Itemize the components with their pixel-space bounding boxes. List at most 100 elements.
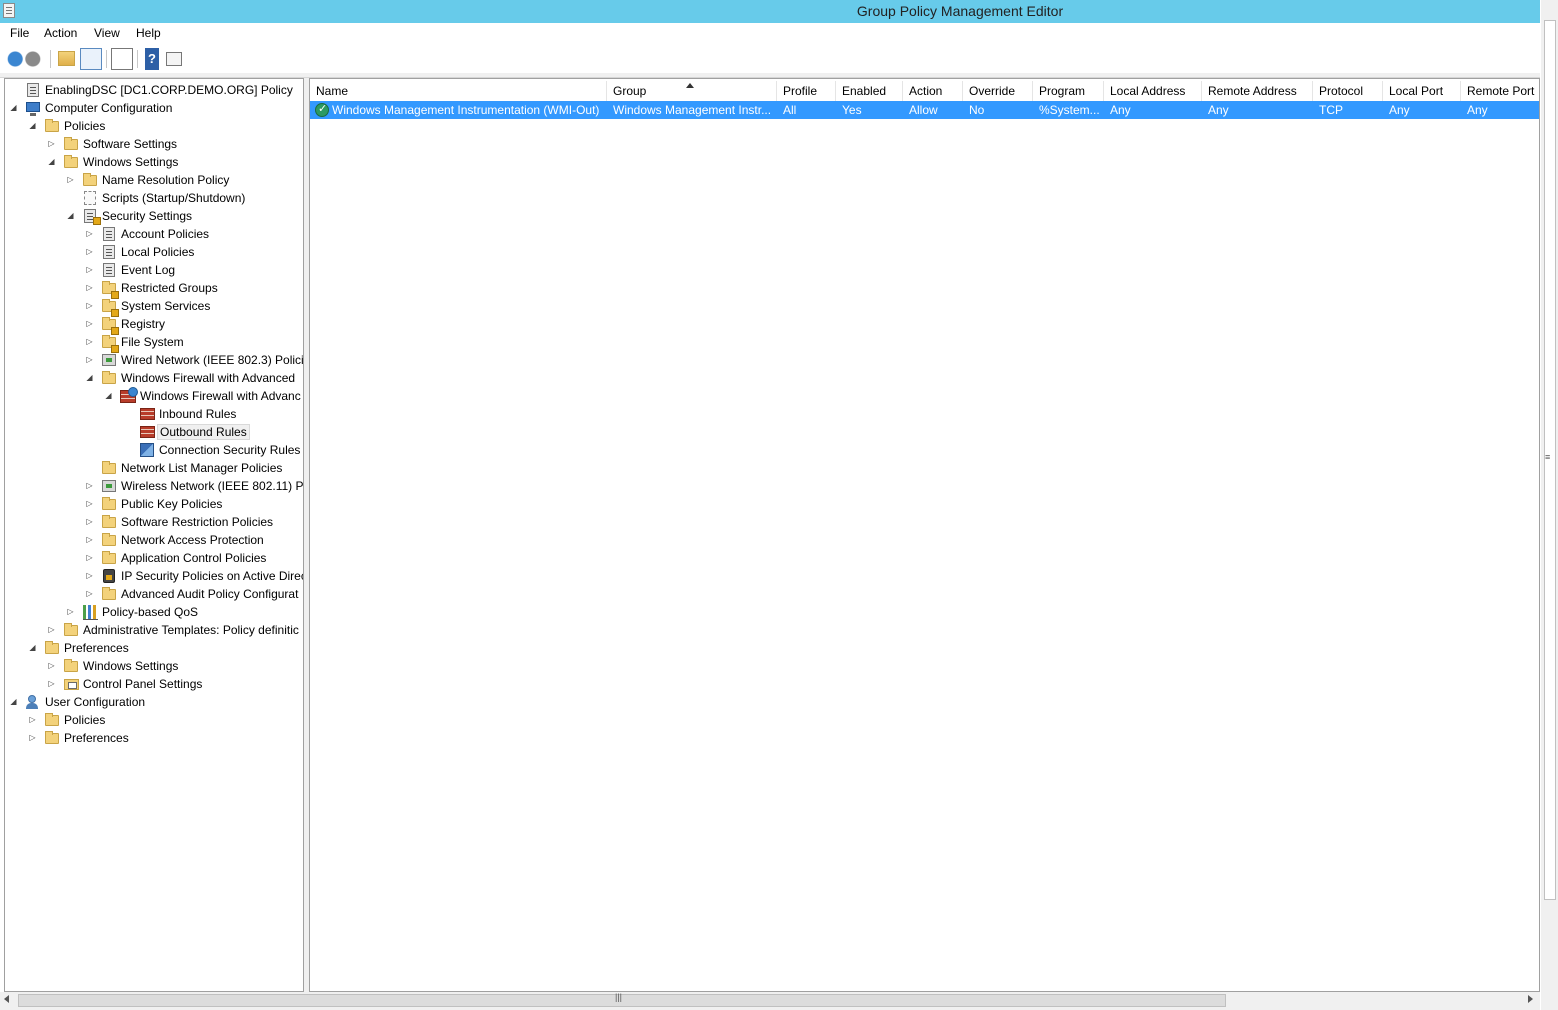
tree-node-label: Security Settings [102, 209, 193, 223]
tree-node-label: IP Security Policies on Active Direc [121, 569, 304, 583]
menu-action[interactable]: Action [44, 26, 77, 40]
folder-icon [44, 712, 60, 728]
rules-list[interactable]: Name Group Profile Enabled Action Overri… [309, 78, 1540, 992]
tree-node-label: EnablingDSC [DC1.CORP.DEMO.ORG] Policy [45, 83, 293, 97]
column-header-local-port[interactable]: Local Port [1383, 81, 1461, 101]
column-header-profile[interactable]: Profile [777, 81, 836, 101]
scroll-left-icon[interactable] [4, 995, 9, 1003]
folder-icon [101, 532, 117, 548]
tree-node-label: Wired Network (IEEE 802.3) Policie [121, 353, 304, 367]
scroll-grip-icon: ≡ [1545, 452, 1551, 462]
folder-icon [44, 118, 60, 134]
tree-node-label: File System [121, 335, 184, 349]
expand-arrow-icon[interactable]: ▷ [66, 607, 75, 617]
collapse-arrow-icon[interactable]: ◢ [9, 103, 18, 113]
cell-remote-address: Any [1208, 103, 1229, 117]
tree-node-label: Public Key Policies [121, 497, 223, 511]
scroll-right-icon[interactable] [1528, 995, 1533, 1003]
menu-help[interactable]: Help [136, 26, 161, 40]
fw-globe-icon [120, 387, 138, 404]
tree-node-label: Network List Manager Policies [121, 461, 283, 475]
expand-arrow-icon[interactable]: ▷ [85, 571, 94, 581]
forward-icon[interactable] [24, 48, 46, 70]
expand-arrow-icon[interactable]: ▷ [85, 481, 94, 491]
collapse-arrow-icon[interactable]: ◢ [85, 373, 94, 383]
column-header-override[interactable]: Override [963, 81, 1033, 101]
expand-arrow-icon[interactable]: ▷ [85, 283, 94, 293]
column-header-program[interactable]: Program [1033, 81, 1104, 101]
expand-arrow-icon[interactable]: ▷ [85, 499, 94, 509]
window-title: Group Policy Management Editor [856, 3, 1064, 19]
column-header-local-address[interactable]: Local Address [1104, 81, 1202, 101]
lock-folder-icon [101, 316, 119, 335]
expand-arrow-icon[interactable]: ▷ [85, 517, 94, 527]
cell-name: Windows Management Instrumentation (WMI-… [332, 103, 600, 117]
expand-arrow-icon[interactable]: ▷ [85, 355, 94, 365]
expand-arrow-icon[interactable]: ▷ [85, 265, 94, 275]
expand-arrow-icon[interactable]: ▷ [85, 337, 94, 347]
export-list-icon[interactable] [111, 48, 133, 70]
expand-arrow-icon[interactable]: ▷ [47, 625, 56, 635]
collapse-arrow-icon[interactable]: ◢ [28, 643, 37, 653]
sort-ascending-icon [686, 83, 694, 88]
horizontal-scrollbar[interactable]: ||| [0, 992, 1540, 1010]
tree-node-label: Control Panel Settings [83, 677, 203, 691]
expand-arrow-icon[interactable]: ▷ [85, 247, 94, 257]
tree-node-label: Preferences [64, 641, 129, 655]
back-icon[interactable] [2, 48, 24, 70]
collapse-arrow-icon[interactable]: ◢ [104, 391, 113, 401]
tree-node-label: Connection Security Rules [159, 443, 301, 457]
expand-arrow-icon[interactable]: ▷ [85, 301, 94, 311]
tree-node-label: System Services [121, 299, 211, 313]
expand-arrow-icon[interactable]: ▷ [47, 139, 56, 149]
console-tree[interactable]: EnablingDSC [DC1.CORP.DEMO.ORG] Policy ◢ C… [4, 78, 304, 992]
scroll-grip-icon: ||| [615, 992, 623, 1002]
expand-arrow-icon[interactable]: ▷ [66, 175, 75, 185]
vertical-scrollbar[interactable]: ≡ [1541, 0, 1558, 1010]
column-header-remote-address[interactable]: Remote Address [1202, 81, 1313, 101]
folder-icon [63, 622, 79, 638]
net-icon [101, 478, 117, 494]
folder-icon [63, 154, 79, 170]
expand-arrow-icon[interactable]: ▷ [85, 589, 94, 599]
expand-arrow-icon[interactable]: ▷ [47, 679, 56, 689]
tree-node-label: Preferences [64, 731, 129, 745]
table-row[interactable]: Windows Management Instrumentation (WMI-… [310, 101, 1539, 119]
column-header-remote-port[interactable]: Remote Port [1461, 81, 1539, 101]
column-header-action[interactable]: Action [903, 81, 963, 101]
users-icon [25, 694, 41, 710]
tree-node-label: Advanced Audit Policy Configurat [121, 587, 299, 601]
tree-node-label: Application Control Policies [121, 551, 267, 565]
help-icon[interactable]: ? [145, 48, 159, 70]
menu-view[interactable]: View [94, 26, 120, 40]
up-folder-icon[interactable] [58, 51, 75, 66]
column-header-enabled[interactable]: Enabled [836, 81, 903, 101]
tree-node-label: Policy-based QoS [102, 605, 199, 619]
column-header-protocol[interactable]: Protocol [1313, 81, 1383, 101]
collapse-arrow-icon[interactable]: ◢ [28, 121, 37, 131]
cell-local-address: Any [1110, 103, 1131, 117]
toolbar: ? [0, 45, 1540, 73]
folder-icon [101, 586, 117, 602]
expand-arrow-icon[interactable]: ▷ [28, 715, 37, 725]
expand-arrow-icon[interactable]: ▷ [47, 661, 56, 671]
collapse-arrow-icon[interactable]: ◢ [66, 211, 75, 221]
column-header-name[interactable]: Name [310, 81, 607, 101]
collapse-arrow-icon[interactable]: ◢ [9, 697, 18, 707]
expand-arrow-icon[interactable]: ▷ [85, 535, 94, 545]
expand-arrow-icon[interactable]: ▷ [28, 733, 37, 743]
policy-doc-icon [101, 226, 117, 242]
tree-node-label: Network Access Protection [121, 533, 264, 547]
tree-node-label: Wireless Network (IEEE 802.11) Pol [121, 479, 304, 493]
collapse-arrow-icon[interactable]: ◢ [47, 157, 56, 167]
toolbar-separator [50, 50, 51, 68]
expand-arrow-icon[interactable]: ▷ [85, 319, 94, 329]
folder-icon [101, 460, 117, 476]
show-hide-tree-icon[interactable] [80, 48, 102, 70]
expand-arrow-icon[interactable]: ▷ [85, 229, 94, 239]
tree-node-label: Name Resolution Policy [102, 173, 230, 187]
menu-file[interactable]: File [10, 26, 29, 40]
properties-icon[interactable] [166, 52, 182, 66]
tree-node-label: Account Policies [121, 227, 210, 241]
expand-arrow-icon[interactable]: ▷ [85, 553, 94, 563]
